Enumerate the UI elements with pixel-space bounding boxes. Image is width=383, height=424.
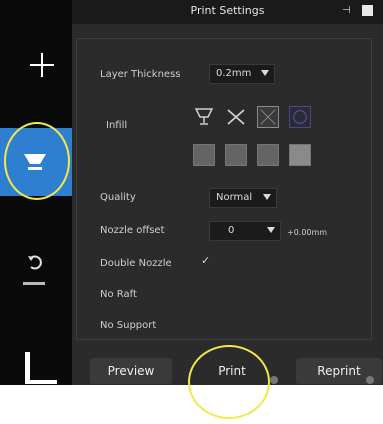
nozzle-offset-select[interactable]: 0 — [209, 221, 281, 241]
highlight-ring-settings — [4, 122, 70, 200]
reprint-dot-icon — [366, 376, 374, 384]
infill-honeycomb-icon[interactable] — [289, 106, 311, 128]
preview-button[interactable]: Preview — [90, 358, 172, 384]
nozzle-offset-value: 0 — [228, 225, 235, 236]
undo-label-bar — [23, 282, 45, 285]
window-title: Print Settings — [190, 4, 265, 17]
infill-solid-2[interactable] — [225, 144, 247, 166]
infill-solid-4[interactable] — [289, 144, 311, 166]
highlight-ring-print — [188, 345, 270, 419]
layer-thickness-select[interactable]: 0.2mm — [209, 64, 275, 84]
title-bar: Print Settings ⊣ — [72, 0, 383, 24]
double-nozzle-checkbox[interactable]: ✓ — [201, 254, 210, 267]
nozzle-offset-extra: +0.00mm — [287, 228, 328, 237]
plus-icon[interactable] — [41, 53, 43, 77]
no-raft-label: No Raft — [100, 289, 137, 300]
infill-label: Infill — [106, 120, 128, 131]
corner-icon-base — [25, 380, 57, 384]
undo-icon[interactable] — [27, 252, 43, 272]
infill-grid-icon[interactable] — [257, 106, 279, 128]
print-settings-window: Print Settings ⊣ Layer Thickness 0.2mm I… — [72, 0, 383, 385]
no-support-label: No Support — [100, 320, 157, 331]
quality-select[interactable]: Normal — [209, 188, 277, 208]
layer-thickness-label: Layer Thickness — [100, 69, 181, 80]
quality-label: Quality — [100, 192, 136, 203]
infill-pattern-grid — [193, 106, 333, 172]
infill-solid-3[interactable] — [257, 144, 279, 166]
chevron-down-icon — [263, 194, 271, 200]
layer-thickness-value: 0.2mm — [216, 68, 252, 79]
quality-value: Normal — [216, 192, 253, 203]
chevron-down-icon — [261, 70, 269, 76]
double-nozzle-label: Double Nozzle — [100, 258, 172, 269]
pin-icon[interactable]: ⊣ — [342, 5, 351, 16]
close-icon[interactable] — [362, 5, 373, 16]
print-dot-icon — [270, 376, 278, 384]
infill-x-icon[interactable] — [225, 106, 247, 128]
infill-cup-icon[interactable] — [193, 106, 215, 128]
nozzle-offset-label: Nozzle offset — [100, 225, 165, 236]
infill-solid-1[interactable] — [193, 144, 215, 166]
chevron-down-icon — [267, 227, 275, 233]
